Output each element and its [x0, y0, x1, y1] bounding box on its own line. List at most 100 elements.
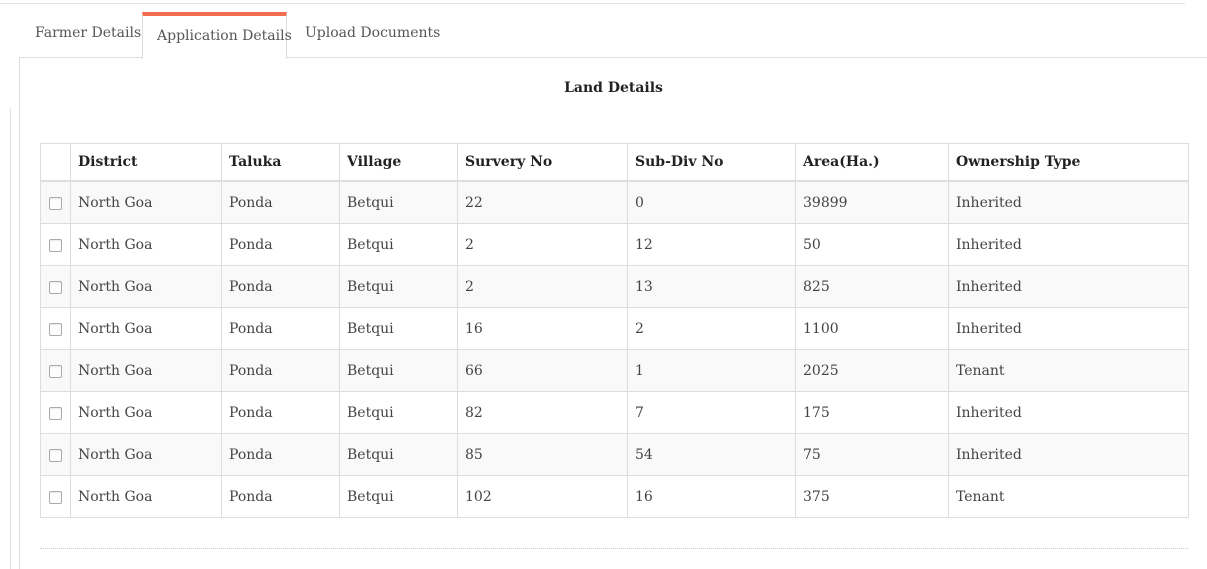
table-cell: 102 — [457, 475, 628, 518]
top-divider — [0, 3, 1185, 4]
tab-upload-documents[interactable]: Upload Documents — [289, 12, 440, 58]
table-cell: Ponda — [221, 433, 340, 476]
row-checkbox[interactable] — [49, 491, 62, 504]
table-cell: 13 — [627, 265, 796, 308]
panel-left-border — [19, 58, 20, 569]
table-cell: North Goa — [70, 433, 222, 476]
table-cell: 85 — [457, 433, 628, 476]
column-header: Village — [339, 143, 458, 182]
table-cell: 0 — [627, 180, 796, 224]
table-cell: 2025 — [795, 349, 949, 392]
column-header: Area(Ha.) — [795, 143, 949, 182]
table-cell: North Goa — [70, 180, 222, 224]
table-cell: 175 — [795, 391, 949, 434]
table-cell: 50 — [795, 223, 949, 266]
row-select-cell — [40, 223, 71, 266]
row-checkbox[interactable] — [49, 407, 62, 420]
row-select-cell — [40, 265, 71, 308]
table-cell: 66 — [457, 349, 628, 392]
table-cell: 22 — [457, 180, 628, 224]
row-select-cell — [40, 180, 71, 224]
table-cell: 54 — [627, 433, 796, 476]
table-cell: North Goa — [70, 475, 222, 518]
table-cell: Betqui — [339, 265, 458, 308]
outer-left-border — [10, 108, 11, 569]
table-row: North Goa Ponda Betqui 2 13 825 Inherited — [40, 265, 1189, 308]
table-cell: 2 — [457, 223, 628, 266]
table-cell: 375 — [795, 475, 949, 518]
table-cell: Tenant — [948, 475, 1189, 518]
table-row: North Goa Ponda Betqui 66 1 2025 Tenant — [40, 349, 1189, 392]
table-cell: Betqui — [339, 349, 458, 392]
row-checkbox[interactable] — [49, 281, 62, 294]
land-details-table: District Taluka Village Survery No Sub-D… — [40, 143, 1189, 518]
table-cell: 2 — [627, 307, 796, 350]
row-select-cell — [40, 349, 71, 392]
row-checkbox[interactable] — [49, 323, 62, 336]
table-row: North Goa Ponda Betqui 102 16 375 Tenant — [40, 475, 1189, 518]
tab-label: Farmer Details — [35, 25, 142, 41]
table-cell: 39899 — [795, 180, 949, 224]
table-cell: Ponda — [221, 180, 340, 224]
table-cell: North Goa — [70, 265, 222, 308]
table-cell: 7 — [627, 391, 796, 434]
table-cell: Inherited — [948, 223, 1189, 266]
table-cell: Inherited — [948, 180, 1189, 224]
column-header: District — [70, 143, 222, 182]
table-header-row: District Taluka Village Survery No Sub-D… — [40, 143, 1189, 182]
table-cell: 16 — [457, 307, 628, 350]
table-row: North Goa Ponda Betqui 22 0 39899 Inherited — [40, 180, 1189, 224]
table-cell: Ponda — [221, 307, 340, 350]
table-cell: Betqui — [339, 433, 458, 476]
table-row: North Goa Ponda Betqui 82 7 175 Inherited — [40, 391, 1189, 434]
row-checkbox[interactable] — [49, 239, 62, 252]
table-cell: Betqui — [339, 475, 458, 518]
table-cell: North Goa — [70, 223, 222, 266]
row-checkbox[interactable] — [49, 449, 62, 462]
table-cell: 1 — [627, 349, 796, 392]
table-cell: Betqui — [339, 223, 458, 266]
table-row: North Goa Ponda Betqui 2 12 50 Inherited — [40, 223, 1189, 266]
table-cell: Betqui — [339, 180, 458, 224]
row-select-cell — [40, 307, 71, 350]
table-cell: Ponda — [221, 349, 340, 392]
tab-label: Application Details — [157, 28, 292, 44]
table-cell: Betqui — [339, 391, 458, 434]
table-cell: 2 — [457, 265, 628, 308]
row-checkbox[interactable] — [49, 365, 62, 378]
table-cell: 75 — [795, 433, 949, 476]
section-title: Land Details — [564, 80, 663, 96]
table-cell: 82 — [457, 391, 628, 434]
table-cell: North Goa — [70, 349, 222, 392]
table-cell: Inherited — [948, 391, 1189, 434]
column-header: Taluka — [221, 143, 340, 182]
tab-bar: Farmer Details Application Details Uploa… — [19, 12, 1207, 59]
table-cell: Ponda — [221, 223, 340, 266]
table-cell: Tenant — [948, 349, 1189, 392]
page: Farmer Details Application Details Uploa… — [0, 0, 1207, 569]
column-header: Sub-Div No — [627, 143, 796, 182]
row-select-cell — [40, 433, 71, 476]
section-divider — [40, 548, 1188, 549]
table-cell: 12 — [627, 223, 796, 266]
table-cell: Betqui — [339, 307, 458, 350]
tab-application-details[interactable]: Application Details — [142, 12, 292, 59]
table-cell: Ponda — [221, 265, 340, 308]
header-select-cell — [40, 143, 71, 182]
table-row: North Goa Ponda Betqui 16 2 1100 Inherited — [40, 307, 1189, 350]
tab-label: Upload Documents — [305, 25, 441, 41]
column-header: Ownership Type — [948, 143, 1189, 182]
column-header: Survery No — [457, 143, 628, 182]
table-cell: 825 — [795, 265, 949, 308]
table-cell: Ponda — [221, 475, 340, 518]
row-select-cell — [40, 391, 71, 434]
table-cell: Inherited — [948, 265, 1189, 308]
tab-farmer-details[interactable]: Farmer Details — [19, 12, 141, 58]
table-cell: North Goa — [70, 391, 222, 434]
table-cell: Inherited — [948, 433, 1189, 476]
table-cell: Ponda — [221, 391, 340, 434]
row-checkbox[interactable] — [49, 197, 62, 210]
table-cell: 1100 — [795, 307, 949, 350]
table-row: North Goa Ponda Betqui 85 54 75 Inherited — [40, 433, 1189, 476]
table-cell: Inherited — [948, 307, 1189, 350]
